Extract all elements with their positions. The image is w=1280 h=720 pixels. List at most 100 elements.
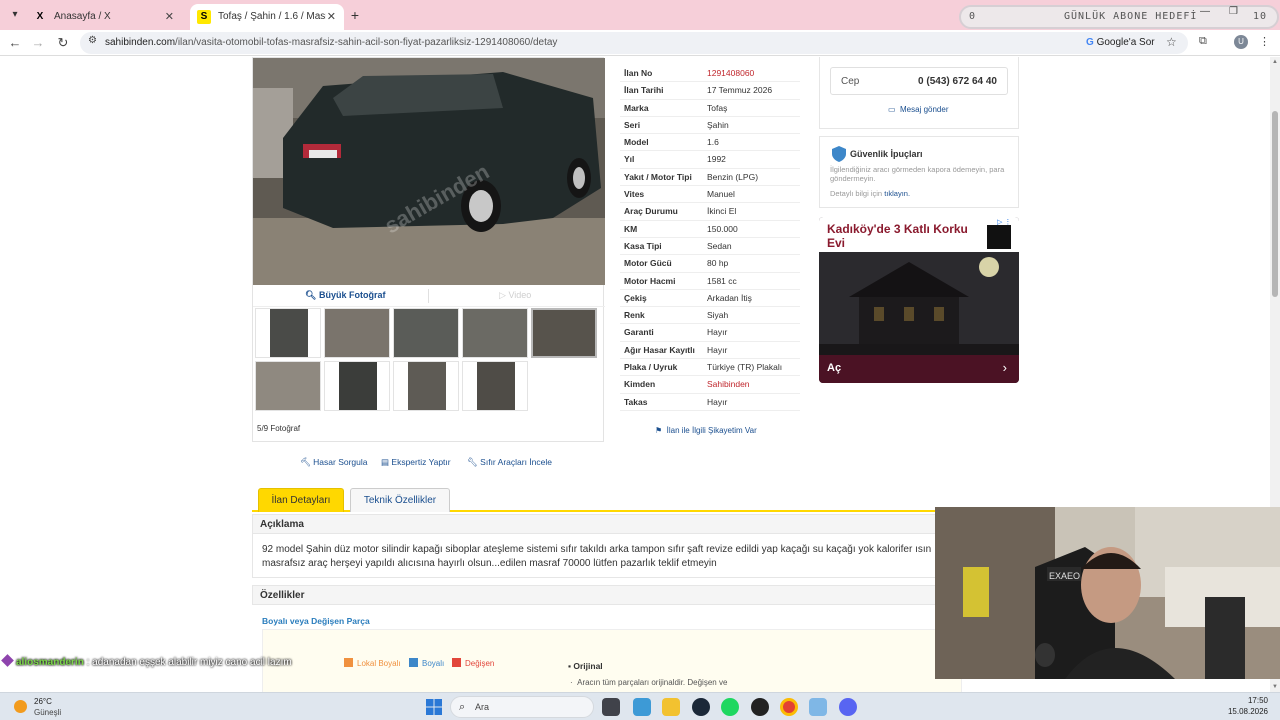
- settings-gear-icon[interactable]: [809, 698, 827, 716]
- detail-value: Manuel: [707, 189, 735, 200]
- thumbnail[interactable]: [255, 308, 321, 358]
- forward-icon[interactable]: →: [29, 34, 47, 52]
- detail-value: Türkiye (TR) Plakalı: [707, 362, 783, 373]
- temperature: 26°C: [34, 697, 52, 706]
- goal-target: 10: [1252, 11, 1267, 22]
- thumbnail[interactable]: [393, 308, 459, 358]
- thumbnail[interactable]: [393, 361, 459, 411]
- ad-image: [819, 252, 1019, 355]
- main-photo[interactable]: sahibinden: [253, 58, 605, 285]
- tab-sahibinden[interactable]: S Tofaş / Şahin / 1.6 / Masrafsız ş ✕: [190, 4, 344, 30]
- detail-row: Motor Hacmi 1581 cc: [620, 273, 800, 290]
- clipboard-icon: ▤: [381, 457, 390, 467]
- goal-label: GÜNLÜK ABONE HEDEFİ: [1064, 11, 1198, 22]
- menu-icon[interactable]: ⋮: [1259, 35, 1270, 48]
- thumbnail[interactable]: [462, 361, 528, 411]
- safety-more-link[interactable]: tıklayın.: [884, 189, 910, 198]
- reload-icon[interactable]: ↻: [54, 34, 72, 52]
- phone-box[interactable]: Cep 0 (543) 672 64 40: [830, 67, 1008, 95]
- damage-query-link[interactable]: 🔨︎ Hasar Sorgula: [300, 457, 368, 468]
- detail-row: Ağır Hasar Kayıtlı Hayır: [620, 342, 800, 360]
- play-icon: ▷: [499, 290, 506, 300]
- detail-key: Araç Durumu: [624, 206, 678, 217]
- scroll-down-icon[interactable]: ▼: [1272, 684, 1278, 690]
- detail-key: Ağır Hasar Kayıtlı: [624, 344, 695, 355]
- tab-x-home[interactable]: X Anasayfa / X ✕: [26, 4, 182, 30]
- minimize-icon[interactable]: —: [1200, 6, 1210, 17]
- send-message-button[interactable]: ▭ Mesaj gönder: [888, 105, 949, 114]
- new-tab-button[interactable]: +: [346, 6, 364, 24]
- system-clock[interactable]: 17:50 15.08.2026: [1228, 695, 1268, 717]
- detail-value: Şahin: [707, 119, 729, 130]
- tab-close-icon[interactable]: ✕: [327, 4, 336, 30]
- detail-row: Motor Gücü 80 hp: [620, 255, 800, 273]
- url-text[interactable]: sahibinden.com/ilan/vasita-otomobil-tofa…: [105, 37, 557, 48]
- detail-row: Marka Tofaş: [620, 100, 800, 117]
- x-logo-icon: X: [36, 11, 44, 22]
- detail-value: Benzin (LPG): [707, 171, 759, 182]
- report-listing-link[interactable]: ⚑ İlan ile İlgili Şikayetim Var: [655, 426, 757, 435]
- phone-number[interactable]: 0 (543) 672 64 40: [918, 68, 997, 95]
- widgets-icon[interactable]: [633, 698, 651, 716]
- detail-row: KM 150.000: [620, 221, 800, 238]
- bookmark-star-icon[interactable]: ☆: [1166, 35, 1177, 49]
- detail-row: Garanti Hayır: [620, 324, 800, 342]
- ad-open-label: Aç: [827, 362, 842, 374]
- extensions-icon[interactable]: ⧉: [1199, 35, 1207, 48]
- tab-listing-details[interactable]: İlan Detayları: [258, 488, 344, 512]
- original-text: · Aracın tüm parçaları orijinaldir. Deği…: [570, 678, 728, 687]
- thumbnail[interactable]: [462, 308, 528, 358]
- detail-value: Sahibinden: [707, 379, 750, 390]
- address-bar[interactable]: ⚙ sahibinden.com/ilan/vasita-otomobil-to…: [80, 32, 1188, 54]
- ad-footer[interactable]: Aç ›: [819, 355, 1019, 383]
- avatar[interactable]: U: [1234, 35, 1248, 49]
- tab-title: Tofaş / Şahin / 1.6 / Masrafsız ş: [218, 11, 326, 22]
- chat-badge-icon: [1, 654, 14, 667]
- discord-icon[interactable]: [839, 698, 857, 716]
- google-search-button[interactable]: G Google'a Sor: [1086, 37, 1155, 48]
- scrollbar-thumb[interactable]: [1272, 111, 1278, 297]
- thumbnail[interactable]: [324, 361, 390, 411]
- detail-value: Sedan: [707, 240, 732, 251]
- site-info-icon[interactable]: ⚙: [88, 35, 97, 46]
- search-icon: ⌕: [459, 701, 466, 713]
- maximize-icon[interactable]: ❐: [1229, 6, 1238, 17]
- detail-key: Kimden: [624, 379, 656, 390]
- detail-row: Takas Hayır: [620, 394, 800, 411]
- big-photo-link[interactable]: 🔍︎ Büyük Fotoğraf: [305, 290, 385, 301]
- taskbar-search[interactable]: ⌕ Ara: [450, 696, 594, 718]
- tab-technical-specs[interactable]: Teknik Özellikler: [350, 488, 450, 512]
- detail-row: İlan No 1291408060: [620, 65, 800, 83]
- detail-row: Yakıt / Motor Tipi Benzin (LPG): [620, 169, 800, 187]
- detail-row: Renk Siyah: [620, 307, 800, 325]
- spotify-icon[interactable]: [721, 698, 739, 716]
- thumbnail[interactable]: [255, 361, 321, 411]
- detail-value: 1.6: [707, 137, 719, 148]
- steam-icon[interactable]: [692, 698, 710, 716]
- new-cars-link[interactable]: 🔧︎ Sıfır Araçları İncele: [467, 457, 552, 468]
- ad-info-icon[interactable]: ▷ ⋮: [997, 218, 1011, 226]
- clock-time: 17:50: [1247, 696, 1268, 705]
- detail-key: Yıl: [624, 154, 635, 165]
- scroll-up-icon[interactable]: ▲: [1272, 59, 1278, 65]
- detail-key: Marka: [624, 102, 649, 113]
- detail-key: Kasa Tipi: [624, 240, 662, 251]
- thumbnail[interactable]: [324, 308, 390, 358]
- advertisement[interactable]: Kadıköy'de 3 Katlı Korku Evi ▷ ⋮ Aç ›: [819, 217, 1019, 383]
- tab-search-icon[interactable]: ▾: [6, 6, 24, 24]
- thumbnail-selected[interactable]: [531, 308, 597, 358]
- file-explorer-icon[interactable]: [662, 698, 680, 716]
- tab-close-icon[interactable]: ✕: [165, 4, 174, 30]
- chrome-icon[interactable]: [780, 698, 798, 716]
- hammer-icon: 🔨︎: [300, 457, 311, 467]
- detail-value: 80 hp: [707, 258, 729, 269]
- legend-local-paint: Lokal Boyalı: [344, 658, 401, 668]
- task-view-icon[interactable]: [602, 698, 620, 716]
- expertise-link[interactable]: ▤ Ekspertiz Yaptır: [381, 457, 451, 468]
- back-icon[interactable]: ←: [6, 34, 24, 52]
- detail-key: KM: [624, 223, 638, 234]
- detail-row: Araç Durumu İkinci El: [620, 203, 800, 221]
- windows-start-icon[interactable]: [426, 699, 442, 715]
- stream-chat-message: aliosmanderin : adanadan eşşek alabilir …: [1, 654, 292, 668]
- app-icon[interactable]: [751, 698, 769, 716]
